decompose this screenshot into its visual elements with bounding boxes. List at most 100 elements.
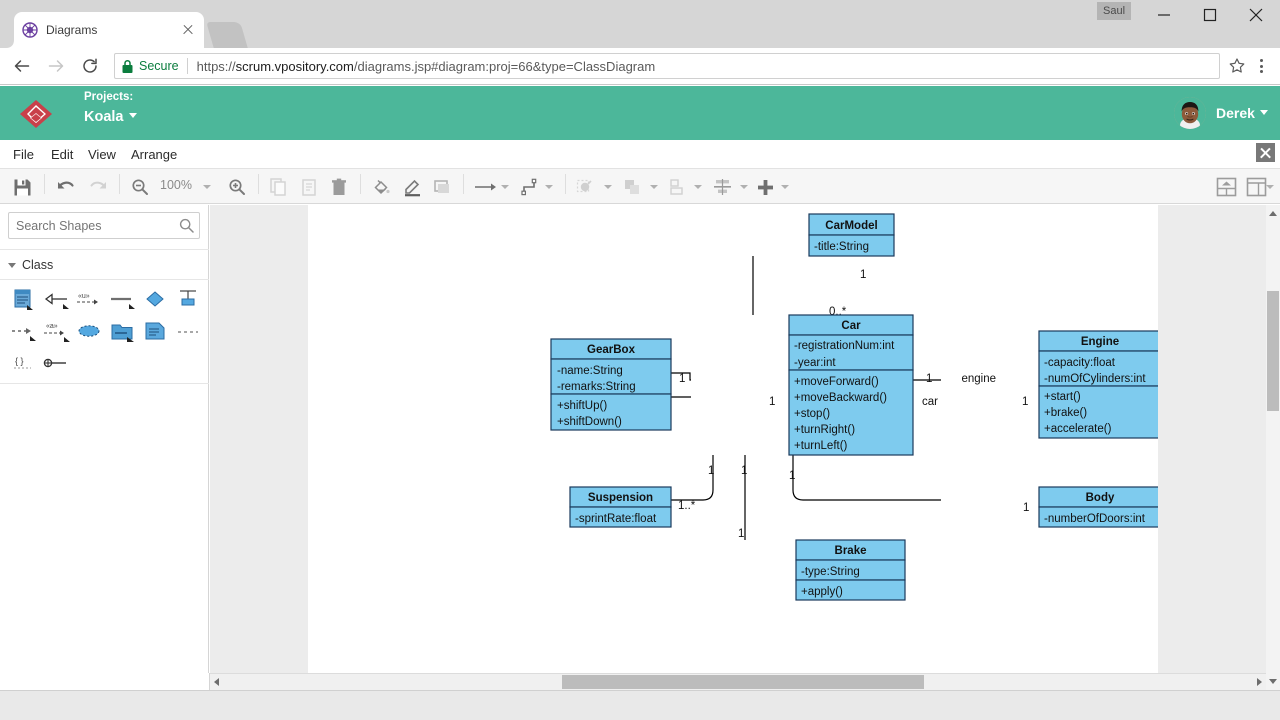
save-button[interactable] xyxy=(13,176,32,198)
outline-panel-button[interactable] xyxy=(1216,176,1237,198)
back-arrow-icon[interactable] xyxy=(8,52,36,80)
shape-association[interactable] xyxy=(105,283,138,315)
shape-usage[interactable]: «u» xyxy=(72,283,105,315)
format-panel-dropdown[interactable] xyxy=(1266,176,1274,198)
paste-button[interactable] xyxy=(301,176,317,198)
forward-arrow-icon[interactable] xyxy=(42,52,70,80)
close-icon[interactable] xyxy=(1256,143,1275,162)
class-node-car[interactable]: Car -registrationNum:int -year:int +move… xyxy=(788,314,914,456)
shape-format-button[interactable] xyxy=(576,176,596,198)
panel-divider xyxy=(0,249,209,250)
copy-button[interactable] xyxy=(270,176,287,198)
down-arrow-icon[interactable] xyxy=(1269,679,1277,684)
projects-label: Projects: xyxy=(84,91,134,103)
diagram-page[interactable]: 1 0..* 1 1 1 engine car 1 1 1 1 1..* 1 1 xyxy=(308,205,1158,673)
vertical-scroll-thumb[interactable] xyxy=(1267,291,1279,411)
role-label-engine: engine xyxy=(961,373,996,385)
class-node-body[interactable]: Body -numberOfDoors:int xyxy=(1038,486,1158,528)
user-avatar[interactable] xyxy=(1174,97,1206,129)
left-arrow-icon[interactable] xyxy=(214,678,219,686)
menu-file[interactable]: File xyxy=(13,147,34,162)
chevron-down-icon xyxy=(1259,110,1268,115)
waypoints-button[interactable] xyxy=(521,176,541,198)
zoom-in-button[interactable] xyxy=(228,176,246,198)
vertical-scrollbar[interactable] xyxy=(1266,205,1280,690)
section-divider xyxy=(0,279,209,280)
url-input[interactable]: Secure https://scrum.vpository.com/diagr… xyxy=(114,53,1220,79)
horizontal-scroll-thumb[interactable] xyxy=(562,675,924,689)
class-operation: +accelerate() xyxy=(1044,423,1112,435)
align-dropdown[interactable] xyxy=(740,176,748,198)
right-arrow-icon[interactable] xyxy=(1257,678,1262,686)
line-color-button[interactable] xyxy=(403,176,422,198)
redo-button[interactable] xyxy=(88,176,108,198)
align-button[interactable] xyxy=(713,176,732,198)
minimize-icon[interactable] xyxy=(1141,0,1187,30)
diagram-canvas[interactable]: 1 0..* 1 1 1 engine car 1 1 1 1 1..* 1 1 xyxy=(210,205,1266,673)
shapes-grid-divider xyxy=(0,383,209,384)
close-icon[interactable] xyxy=(180,22,196,38)
shape-note[interactable] xyxy=(138,315,171,347)
class-operation: +apply() xyxy=(801,586,843,598)
delete-button[interactable] xyxy=(331,176,347,198)
fill-color-button[interactable] xyxy=(372,176,391,198)
shape-dependency[interactable] xyxy=(6,315,39,347)
connection-style-button[interactable] xyxy=(474,176,498,198)
window-tooltip: Saul xyxy=(1097,2,1132,20)
connection-style-dropdown[interactable] xyxy=(501,176,509,198)
format-panel-button[interactable] xyxy=(1246,176,1267,198)
horizontal-scrollbar[interactable] xyxy=(210,673,1266,690)
shape-note-anchor[interactable] xyxy=(171,283,204,315)
panel-bottom-fill xyxy=(0,673,210,690)
shape-interface-ball[interactable] xyxy=(39,347,72,379)
up-arrow-icon[interactable] xyxy=(1269,211,1277,216)
class-node-gearbox[interactable]: GearBox -name:String -remarks:String +sh… xyxy=(550,338,672,431)
maximize-icon[interactable] xyxy=(1187,0,1233,30)
class-operation: +shiftUp() xyxy=(557,400,607,412)
insert-button[interactable] xyxy=(757,176,774,198)
class-diagram: 1 0..* 1 1 1 engine car 1 1 1 1 1..* 1 1 xyxy=(550,213,1158,601)
search-shapes-input[interactable] xyxy=(8,212,200,239)
project-selector[interactable]: Koala xyxy=(84,109,137,125)
svg-text:{ }: { } xyxy=(15,356,24,366)
shape-aggregation[interactable] xyxy=(138,283,171,315)
menu-view[interactable]: View xyxy=(88,147,116,162)
shape-package[interactable] xyxy=(105,315,138,347)
arrange-order-dropdown[interactable] xyxy=(650,176,658,198)
toolbar-separator xyxy=(463,174,464,194)
class-node-brake[interactable]: Brake -type:String +apply() xyxy=(795,539,906,601)
kebab-menu-icon[interactable] xyxy=(1248,53,1274,79)
shape-collaboration[interactable] xyxy=(72,315,105,347)
insert-dropdown[interactable] xyxy=(781,176,789,198)
search-icon xyxy=(179,218,194,238)
star-icon[interactable] xyxy=(1226,55,1248,77)
menu-edit[interactable]: Edit xyxy=(51,147,73,162)
shape-abstraction[interactable]: «a» xyxy=(39,315,72,347)
shape-inheritance[interactable] xyxy=(39,283,72,315)
class-node-carmodel[interactable]: CarModel -title:String xyxy=(808,213,895,257)
shapes-section-class[interactable]: Class xyxy=(0,256,209,274)
zoom-level-dropdown[interactable] xyxy=(203,176,211,198)
shadow-button[interactable] xyxy=(433,176,451,198)
new-tab-icon[interactable] xyxy=(206,22,248,48)
menu-arrange[interactable]: Arrange xyxy=(131,147,177,162)
zoom-out-button[interactable] xyxy=(131,176,149,198)
arrange-order-button[interactable] xyxy=(623,176,642,198)
edge-car-body xyxy=(792,455,941,501)
waypoints-dropdown[interactable] xyxy=(545,176,553,198)
user-menu[interactable]: Derek xyxy=(1216,105,1268,121)
close-icon[interactable] xyxy=(1233,0,1279,30)
shape-constraint[interactable]: { } xyxy=(6,347,39,379)
undo-button[interactable] xyxy=(56,176,76,198)
search-shapes-wrapper xyxy=(8,212,200,239)
class-node-engine[interactable]: Engine -capacity:float -numOfCylinders:i… xyxy=(1038,330,1158,439)
reload-icon[interactable] xyxy=(76,52,104,80)
class-node-suspension[interactable]: Suspension -sprintRate:float xyxy=(569,486,672,528)
shape-format-dropdown[interactable] xyxy=(604,176,612,198)
shape-dashed-line[interactable] xyxy=(171,315,204,347)
shape-class[interactable] xyxy=(6,283,39,315)
distribute-button[interactable] xyxy=(669,176,687,198)
mult-label: 1 xyxy=(789,470,795,482)
distribute-dropdown[interactable] xyxy=(694,176,702,198)
browser-tab-diagrams[interactable]: Diagrams xyxy=(14,12,204,48)
